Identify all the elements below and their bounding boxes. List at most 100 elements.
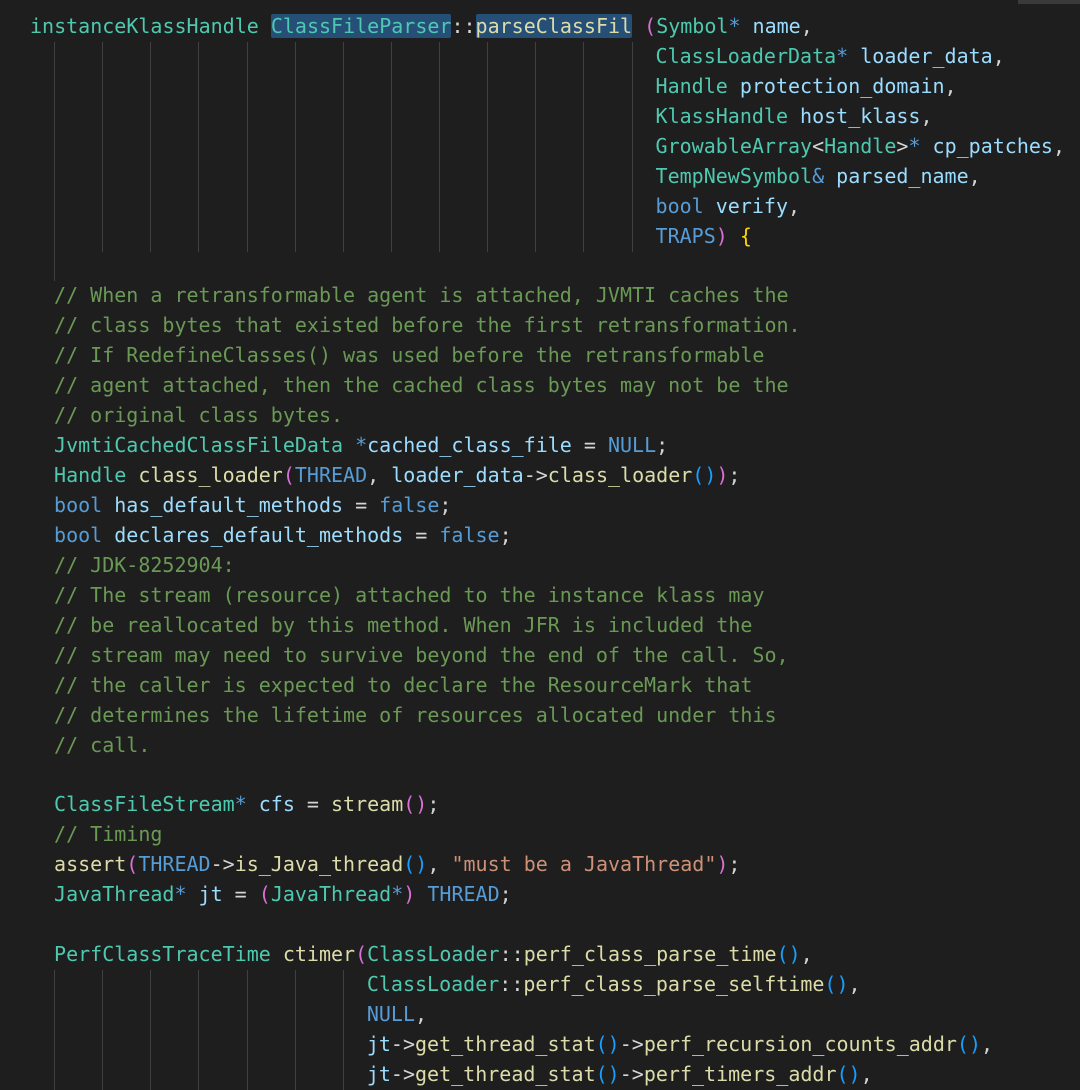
code-token: * [908,133,921,158]
indent-guide [102,221,104,252]
indent-guide [198,131,200,162]
code-line[interactable]: bool verify, [0,191,1080,222]
code-line[interactable]: ClassFileStream* cfs = stream(); [0,790,1080,820]
code-token: Handle [655,73,728,98]
code-line[interactable]: JvmtiCachedClassFileData *cached_class_f… [0,431,1080,461]
indent-guide [583,191,585,222]
code-token: * [174,882,187,907]
indent-guide [150,71,152,102]
code-token: -> [390,1061,416,1086]
code-token: bool [54,522,103,547]
indent-guide [390,191,392,222]
code-line[interactable]: instanceKlassHandle ClassFileParser::par… [0,12,1080,42]
code-token: // original class bytes. [54,403,344,428]
code-line[interactable]: TRAPS) { [0,221,1080,252]
indent-guide [583,221,585,252]
code-line[interactable]: Handle protection_domain, [0,71,1080,102]
indent-guide [150,970,152,1000]
code-line[interactable]: bool has_default_methods = false; [0,491,1080,521]
code-token: "must be a JavaThread" [451,852,717,877]
code-token: () [403,852,428,877]
indent-guide [487,161,489,192]
code-editor[interactable]: instanceKlassHandle ClassFileParser::par… [0,0,1080,1090]
indent-guide [342,1029,344,1060]
indent-guide [631,101,633,132]
code-token: perf_timers_addr [643,1061,837,1086]
code-token: ClassLoader [366,972,500,996]
code-token: JvmtiCachedClassFileData [54,433,344,458]
code-line[interactable]: Handle class_loader(THREAD, loader_data-… [0,461,1080,491]
code-line[interactable]: jt->get_thread_stat()->perf_timers_addr(… [0,1059,1080,1090]
code-line[interactable] [0,760,1080,790]
indent-guide [246,101,248,132]
indent-guide [342,999,344,1030]
code-token: ; [439,493,452,517]
code-line[interactable]: GrowableArray<Handle>* cp_patches, [0,131,1080,162]
code-line[interactable]: // call. [0,731,1080,761]
code-text: // When a retransformable agent is attac… [54,283,789,307]
code-line[interactable]: // When a retransformable agent is attac… [0,281,1080,311]
indent-guide [631,41,633,72]
code-line[interactable]: jt->get_thread_stat()->perf_recursion_co… [0,1029,1080,1060]
code-text: // agent attached, then the cached class… [54,373,789,397]
code-line[interactable]: NULL, [0,999,1080,1030]
code-line[interactable]: // Timing [0,820,1080,850]
code-token: = [222,882,259,907]
code-token: loader_data [391,463,524,488]
horizontal-scrollbar[interactable] [1018,0,1080,4]
code-line[interactable]: // agent attached, then the cached class… [0,371,1080,401]
indent-guide [294,1059,296,1090]
code-line[interactable]: assert(THREAD->is_Java_thread(), "must b… [0,850,1080,880]
code-token: ( [126,852,139,877]
code-token: // stream may need to survive beyond the… [54,642,789,667]
code-line[interactable]: // the caller is expected to declare the… [0,671,1080,701]
code-token: , [860,1061,873,1086]
code-line[interactable]: // If RedefineClasses() was used before … [0,341,1080,371]
code-token: name [740,14,801,38]
code-token: declares_default_methods [102,522,404,547]
code-line[interactable]: // stream may need to survive beyond the… [0,641,1080,671]
indent-guide [102,191,104,222]
indent-guide [102,1029,104,1060]
code-line[interactable]: TempNewSymbol& parsed_name, [0,161,1080,192]
code-line[interactable]: // be reallocated by this method. When J… [0,611,1080,641]
code-line[interactable]: // class bytes that existed before the f… [0,311,1080,341]
indent-guide [198,1059,200,1090]
code-line[interactable]: // determines the lifetime of resources … [0,701,1080,731]
indent-guide [631,131,633,162]
code-line[interactable]: PerfClassTraceTime ctimer(ClassLoader::p… [0,940,1080,970]
code-token: , [415,1001,428,1026]
code-token: ) [715,223,728,248]
code-token: -> [619,1031,644,1056]
indent-guide [439,191,441,222]
code-line[interactable]: KlassHandle host_klass, [0,101,1080,132]
indent-guide [294,101,296,132]
code-line[interactable]: // original class bytes. [0,401,1080,431]
code-token: // When a retransformable agent is attac… [54,283,789,308]
code-token: , [968,163,981,188]
code-text: jt->get_thread_stat()->perf_timers_addr(… [367,1062,873,1086]
indent-guide [150,221,152,252]
indent-guide [54,71,56,102]
code-token: , [800,14,813,38]
code-token: cached_class_file [367,433,572,458]
code-line[interactable]: bool declares_default_methods = false; [0,521,1080,551]
code-line[interactable]: // The stream (resource) attached to the… [0,581,1080,611]
indent-guide [102,161,104,192]
code-token: instanceKlassHandle [30,14,259,38]
code-line[interactable] [0,910,1080,940]
code-line[interactable]: JavaThread* jt = (JavaThread*) THREAD; [0,880,1080,910]
code-line[interactable] [0,251,1080,282]
code-token: TRAPS [655,223,716,248]
code-line[interactable]: ClassLoaderData* loader_data, [0,41,1080,72]
code-token: , [800,942,813,967]
code-token: PerfClassTraceTime [54,942,271,967]
code-text: // the caller is expected to declare the… [54,673,752,697]
code-token: , [788,193,801,218]
code-line[interactable]: // JDK-8252904: [0,551,1080,581]
code-text: // class bytes that existed before the f… [54,313,801,337]
indent-guide [198,41,200,72]
code-line[interactable]: ClassLoader::perf_class_parse_selftime()… [0,970,1080,1000]
